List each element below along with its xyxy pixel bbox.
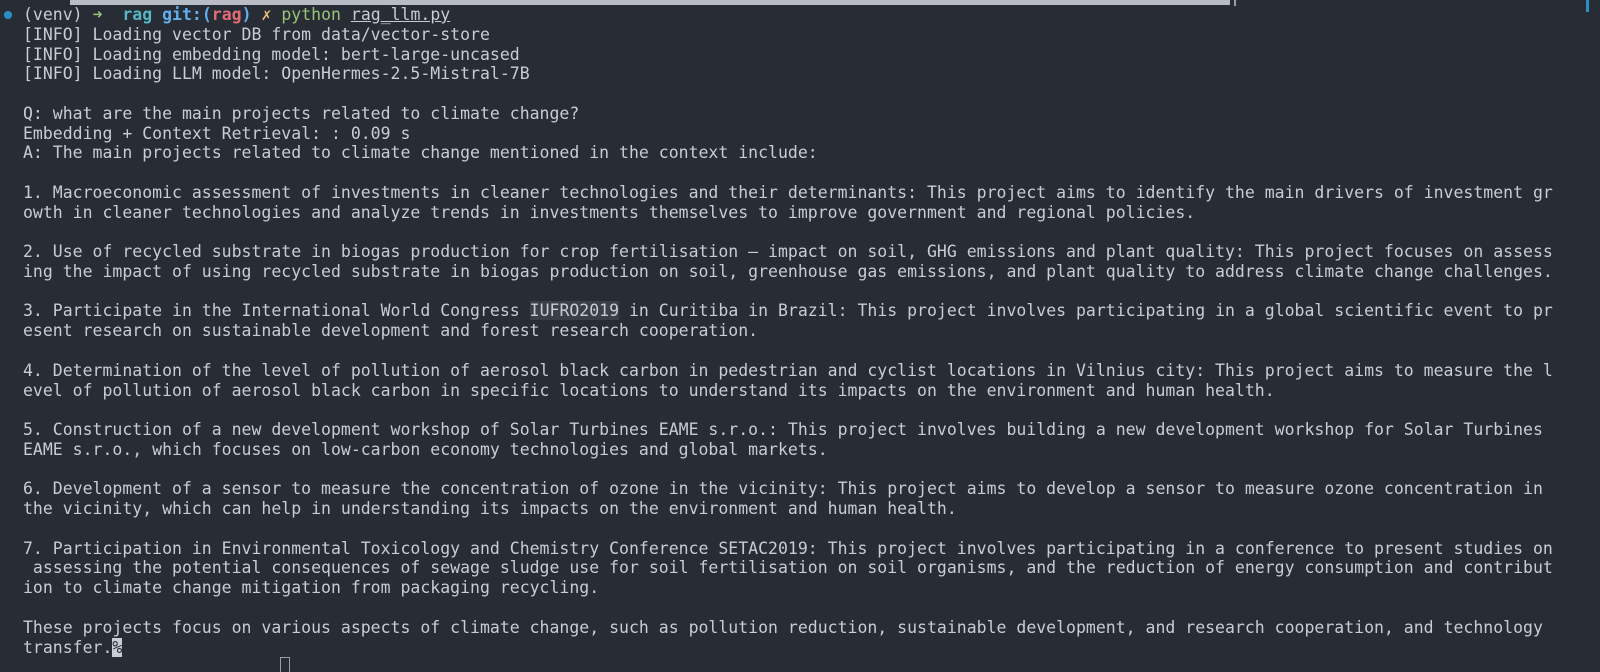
command-argument[interactable]: rag_llm.py — [351, 5, 450, 24]
answer-item-line: 1. Macroeconomic assessment of investmen… — [23, 182, 1553, 202]
answer-item-line: 2. Use of recycled substrate in biogas p… — [23, 242, 1553, 262]
answer-item-line: EAME s.r.o., which focuses on low-carbon… — [23, 439, 828, 459]
text: transfer. — [23, 637, 113, 657]
answer-item-line: esent research on sustainable developmen… — [23, 321, 759, 341]
venv-label: (venv) — [23, 5, 83, 24]
text: in Curitiba in Brazil: This project invo… — [619, 301, 1553, 321]
mouse-cursor-icon — [280, 657, 290, 672]
dirty-icon: ✗ — [261, 5, 272, 24]
log-line: [INFO] Loading embedding model: bert-lar… — [23, 44, 520, 64]
answer-item-line: 5. Construction of a new development wor… — [23, 420, 1543, 440]
log-line: [INFO] Loading LLM model: OpenHermes-2.5… — [23, 64, 530, 84]
prompt-arrow-icon: ➜ — [92, 5, 103, 24]
conclusion-line: These projects focus on various aspects … — [23, 617, 1543, 637]
answer-item-line: 6. Development of a sensor to measure th… — [23, 479, 1543, 499]
command-status-dot-icon — [4, 11, 12, 19]
answer-item-line: owth in cleaner technologies and analyze… — [23, 202, 1196, 222]
terminal-output[interactable]: (venv) ➜ rag git:(rag) ✗ python rag_llm.… — [23, 5, 1593, 657]
highlighted-text: IUFRO2019 — [529, 301, 620, 321]
command: python — [281, 5, 341, 24]
conclusion-line: transfer.% — [23, 637, 1593, 658]
answer-intro: A: The main projects related to climate … — [23, 143, 818, 163]
timing: Embedding + Context Retrieval: : 0.09 s — [23, 123, 411, 143]
log-line: [INFO] Loading vector DB from data/vecto… — [23, 24, 490, 44]
directory-name: rag — [122, 5, 153, 24]
answer-item-line: the vicinity, which can help in understa… — [23, 499, 957, 519]
answer-item-line: ion to climate change mitigation from pa… — [23, 578, 600, 598]
answer-item-line: 4. Determination of the level of polluti… — [23, 360, 1553, 380]
text: 3. Participate in the International Worl… — [23, 301, 530, 321]
answer-item-line: ing the impact of using recycled substra… — [23, 261, 1553, 281]
git-branch: rag — [211, 5, 242, 24]
answer-item-line: 3. Participate in the International Worl… — [23, 301, 1593, 321]
answer-item-line: evel of pollution of aerosol black carbo… — [23, 380, 1275, 400]
git-label: git:( — [162, 5, 212, 24]
answer-item-line: assessing the potential consequences of … — [23, 558, 1553, 578]
answer-item-line: 7. Participation in Environmental Toxico… — [23, 538, 1553, 558]
end-of-output-marker: % — [112, 637, 123, 657]
prompt-line: (venv) ➜ rag git:(rag) ✗ python rag_llm.… — [23, 5, 1593, 25]
git-label-close: ) — [241, 5, 252, 24]
question: Q: what are the main projects related to… — [23, 103, 580, 123]
